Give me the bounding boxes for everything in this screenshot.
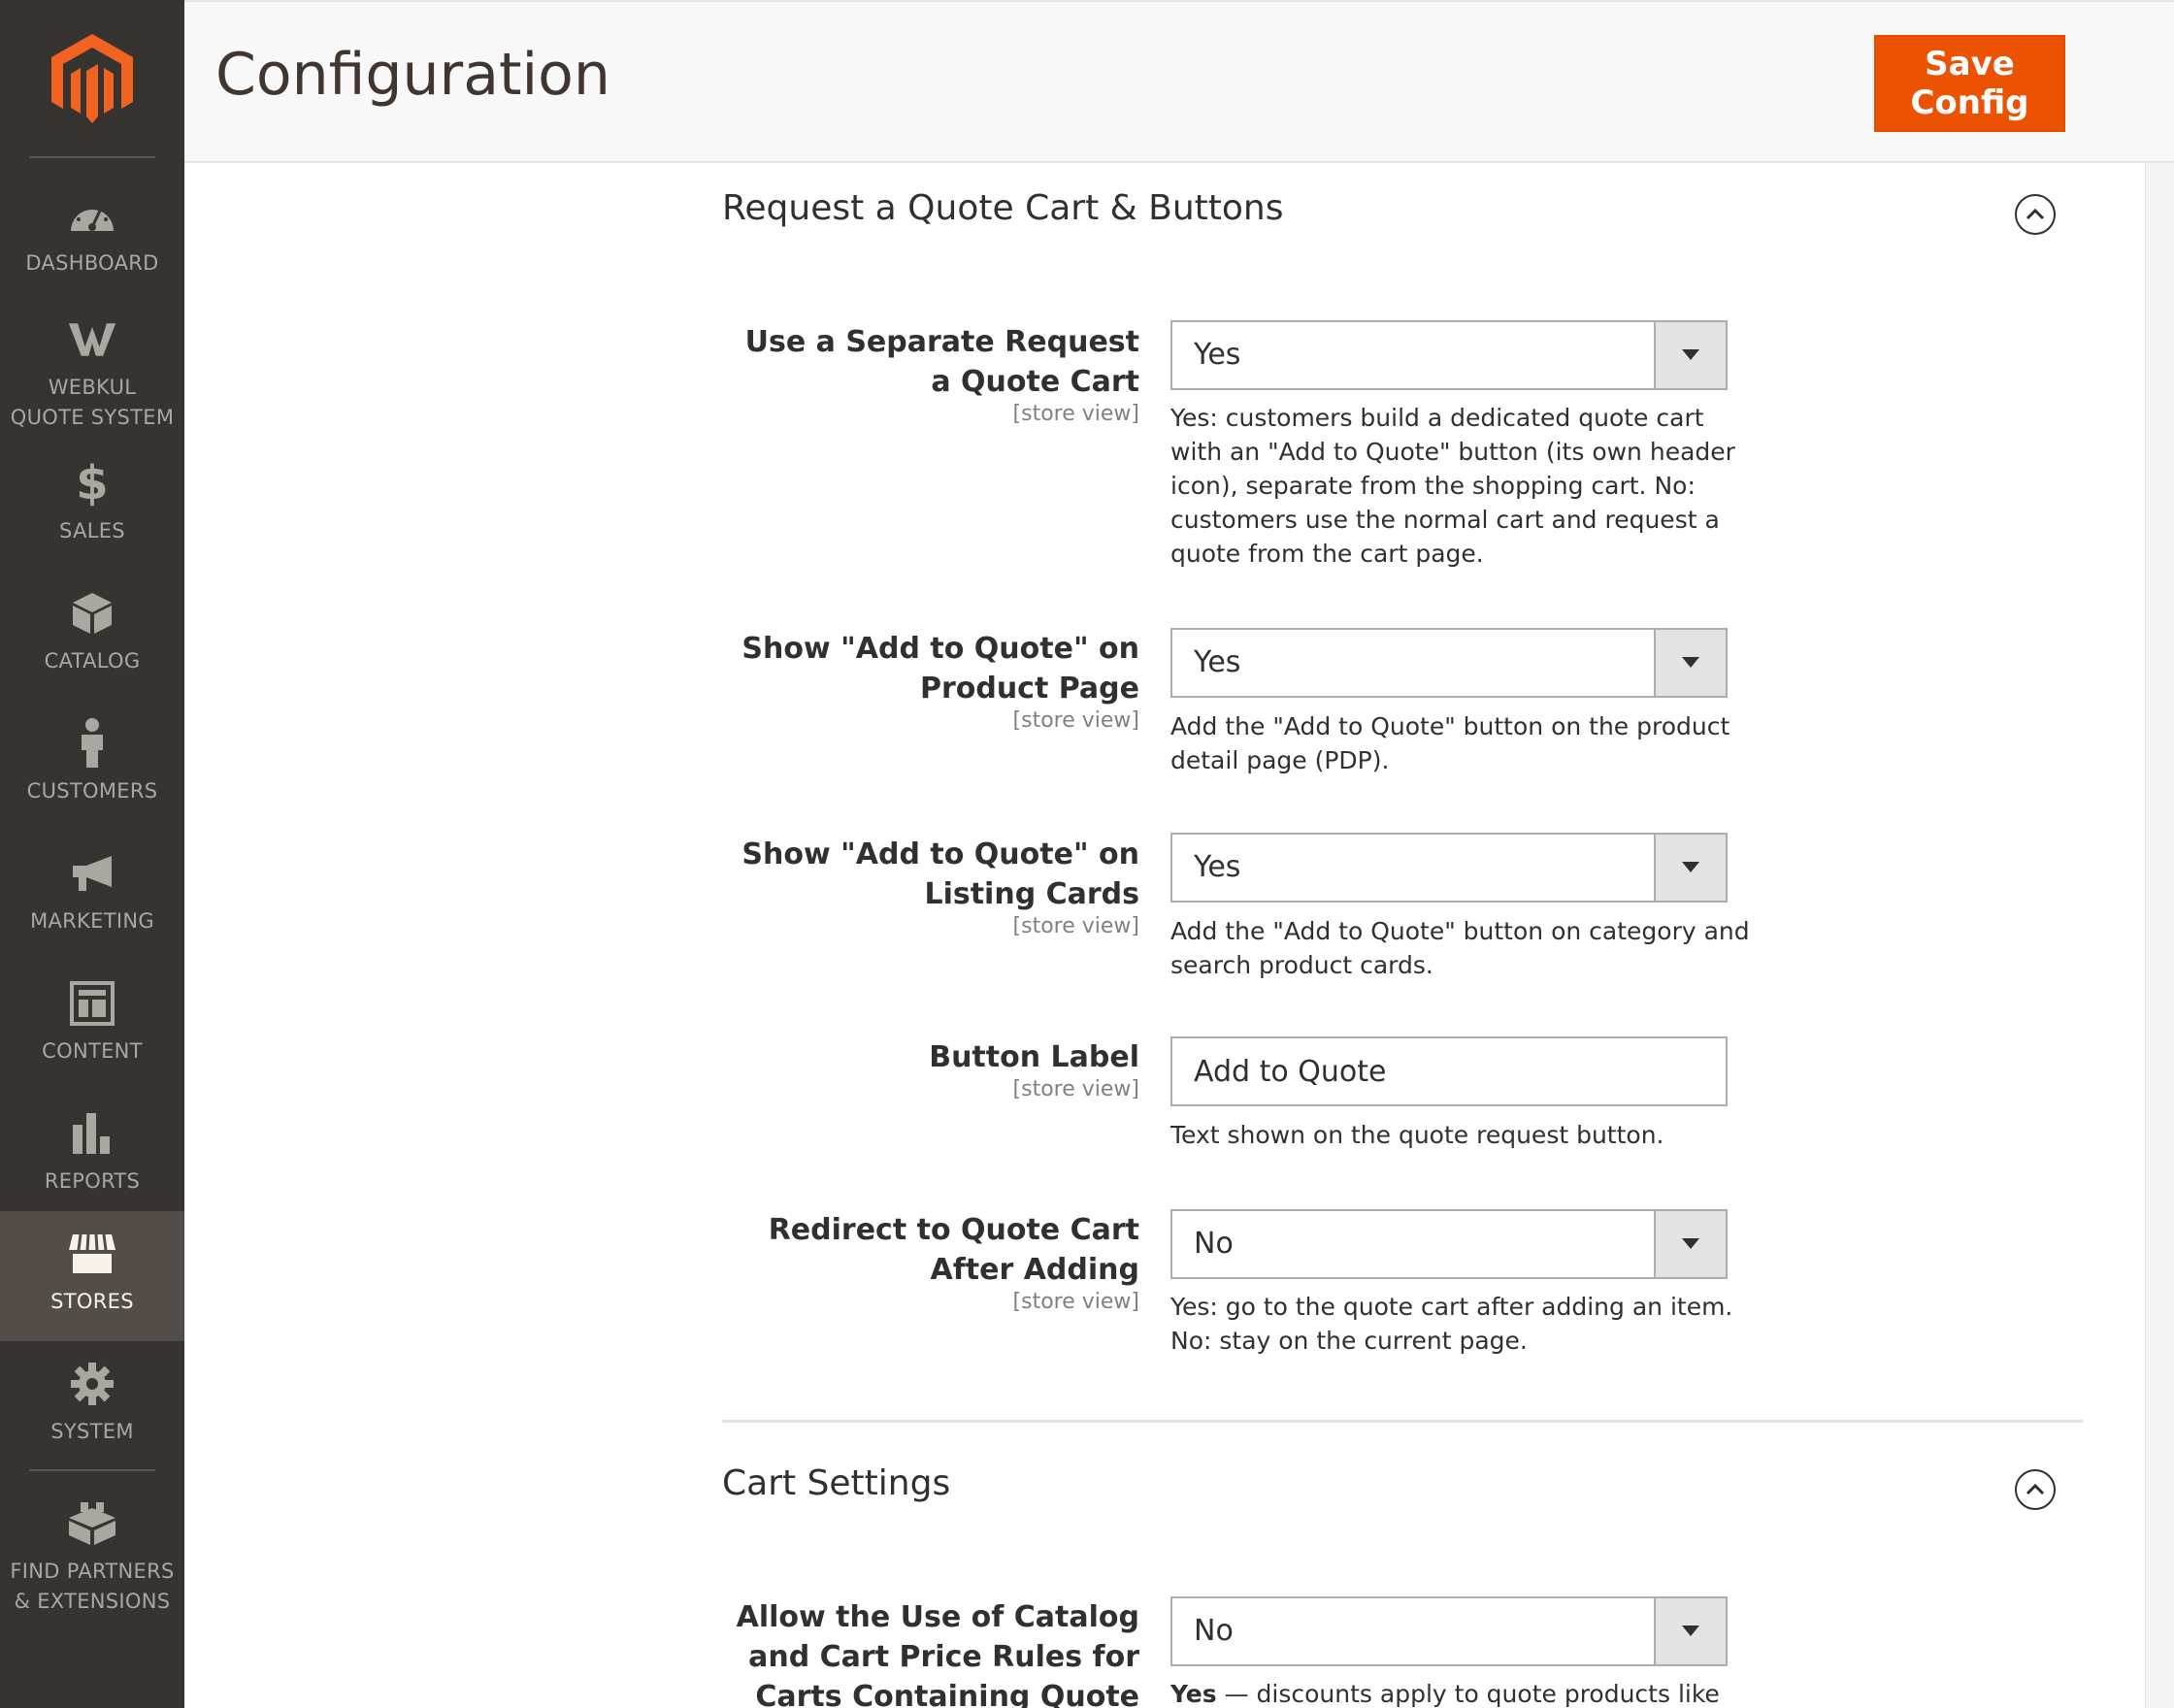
separate-quote-cart-select[interactable]: Yes: [1170, 320, 1728, 390]
scope-label: [store view]: [1012, 1077, 1139, 1101]
select-value: Yes: [1194, 645, 1241, 679]
field-label-redirect-after-adding: Redirect to Quote Cart After Adding [sto…: [732, 1210, 1139, 1315]
box-icon: [67, 588, 117, 639]
field-label-text: Redirect to Quote Cart After Adding: [768, 1213, 1139, 1287]
product-page-select[interactable]: Yes: [1170, 628, 1728, 698]
blocks-icon: [67, 1498, 117, 1549]
section-title-cart-settings[interactable]: Cart Settings: [722, 1463, 950, 1503]
field-label-text: Show "Add to Quote" on Listing Cards: [741, 838, 1139, 911]
chevron-down-icon[interactable]: [1654, 630, 1726, 696]
scope-label: [store view]: [1012, 914, 1139, 938]
field-note: Yes: customers build a dedicated quote c…: [1170, 404, 1735, 568]
person-icon: [67, 718, 117, 769]
field-label-button-label: Button Label [store view]: [732, 1037, 1139, 1102]
collapse-section-button[interactable]: [2015, 194, 2056, 235]
dollar-icon: $: [76, 456, 109, 510]
magento-logo-icon[interactable]: [51, 34, 133, 123]
field-label-listing-cards: Show "Add to Quote" on Listing Cards [st…: [732, 835, 1139, 939]
select-value: No: [1194, 1227, 1234, 1261]
webkul-icon: [67, 314, 117, 365]
sidebar-item-dashboard[interactable]: DASHBOARD: [0, 173, 184, 297]
sidebar-divider: [29, 1469, 155, 1471]
sidebar-item-label: WEBKUL QUOTE SYSTEM: [10, 376, 175, 429]
section-title-request-quote-cart[interactable]: Request a Quote Cart & Buttons: [722, 188, 1283, 228]
field-note: Add the "Add to Quote" button on the pro…: [1170, 712, 1730, 774]
dashboard-icon: [67, 190, 117, 241]
page-title: Configuration: [215, 41, 610, 109]
chevron-up-icon: [2026, 208, 2045, 220]
sidebar-item-system[interactable]: SYSTEM: [0, 1341, 184, 1471]
collapse-section-button[interactable]: [2015, 1469, 2056, 1510]
scope-label: [store view]: [1012, 1290, 1139, 1314]
field-note: Text shown on the quote request button.: [1170, 1121, 1664, 1149]
field-note: Add the "Add to Quote" button on categor…: [1170, 917, 1750, 979]
sidebar-item-label: MARKETING: [30, 909, 154, 933]
sidebar-item-label: CUSTOMERS: [26, 779, 158, 803]
section-divider: [722, 1420, 2083, 1423]
bar-chart-icon: [67, 1108, 117, 1159]
field-label-product-page: Show "Add to Quote" on Product Page [sto…: [732, 629, 1139, 734]
redirect-after-adding-select[interactable]: No: [1170, 1209, 1728, 1279]
field-label-allow-price-rules: Allow the Use of Catalog and Cart Price …: [732, 1597, 1139, 1708]
sidebar-item-label: DASHBOARD: [25, 251, 159, 275]
field-label-text: Button Label: [929, 1040, 1139, 1074]
page-header: Configuration Save Config: [184, 0, 2174, 163]
sidebar-item-label: STORES: [50, 1290, 134, 1313]
admin-sidebar: DASHBOARD WEBKUL QUOTE SYSTEM $ SALES CA…: [0, 0, 184, 1708]
sidebar-item-label: SYSTEM: [50, 1420, 134, 1443]
sidebar-item-label: FIND PARTNERS & EXTENSIONS: [10, 1560, 175, 1613]
note-text: — discounts apply to quote products like: [1216, 1680, 1720, 1708]
sidebar-item-reports[interactable]: REPORTS: [0, 1091, 184, 1211]
layout-icon: [67, 978, 117, 1029]
sidebar-item-label: SALES: [59, 519, 125, 542]
field-label-text: Allow the Use of Catalog and Cart Price …: [736, 1600, 1139, 1708]
sidebar-item-label: CATALOG: [44, 649, 141, 673]
config-content: [184, 163, 2145, 1708]
sidebar-item-find-partners[interactable]: FIND PARTNERS & EXTENSIONS: [0, 1481, 184, 1626]
sidebar-item-sales[interactable]: $ SALES: [0, 441, 184, 571]
select-value: No: [1194, 1614, 1234, 1648]
save-config-button[interactable]: Save Config: [1874, 35, 2065, 132]
select-value: Yes: [1194, 850, 1241, 884]
sidebar-item-marketing[interactable]: MARKETING: [0, 831, 184, 961]
scope-label: [store view]: [1012, 402, 1139, 426]
megaphone-icon: [67, 848, 117, 899]
field-label-text: Show "Add to Quote" on Product Page: [741, 632, 1139, 706]
allow-price-rules-select[interactable]: No: [1170, 1596, 1728, 1666]
chevron-up-icon: [2026, 1483, 2045, 1495]
sidebar-item-label: CONTENT: [42, 1039, 143, 1063]
sidebar-item-customers[interactable]: CUSTOMERS: [0, 701, 184, 831]
note-bold: Yes: [1170, 1680, 1217, 1708]
sidebar-item-webkul-quote-system[interactable]: WEBKUL QUOTE SYSTEM: [0, 297, 184, 441]
sidebar-item-label: REPORTS: [44, 1169, 141, 1193]
gear-icon: [67, 1359, 117, 1409]
field-note: Yes — discounts apply to quote products …: [1170, 1677, 1753, 1708]
button-label-input[interactable]: [1170, 1036, 1728, 1106]
scroll-gutter: [2145, 163, 2174, 1708]
listing-cards-select[interactable]: Yes: [1170, 833, 1728, 903]
chevron-down-icon[interactable]: [1654, 1598, 1726, 1664]
chevron-down-icon[interactable]: [1654, 322, 1726, 388]
sidebar-item-stores[interactable]: STORES: [0, 1211, 184, 1341]
sidebar-item-content[interactable]: CONTENT: [0, 961, 184, 1091]
sidebar-divider: [29, 156, 155, 158]
field-note: Yes: go to the quote cart after adding a…: [1170, 1293, 1733, 1355]
chevron-down-icon[interactable]: [1654, 1211, 1726, 1277]
store-icon: [67, 1229, 117, 1279]
scope-label: [store view]: [1012, 708, 1139, 733]
chevron-down-icon[interactable]: [1654, 835, 1726, 901]
field-label-separate-quote-cart: Use a Separate Request a Quote Cart [sto…: [732, 322, 1139, 427]
sidebar-item-catalog[interactable]: CATALOG: [0, 571, 184, 701]
select-value: Yes: [1194, 338, 1241, 372]
field-label-text: Use a Separate Request a Quote Cart: [744, 325, 1139, 399]
